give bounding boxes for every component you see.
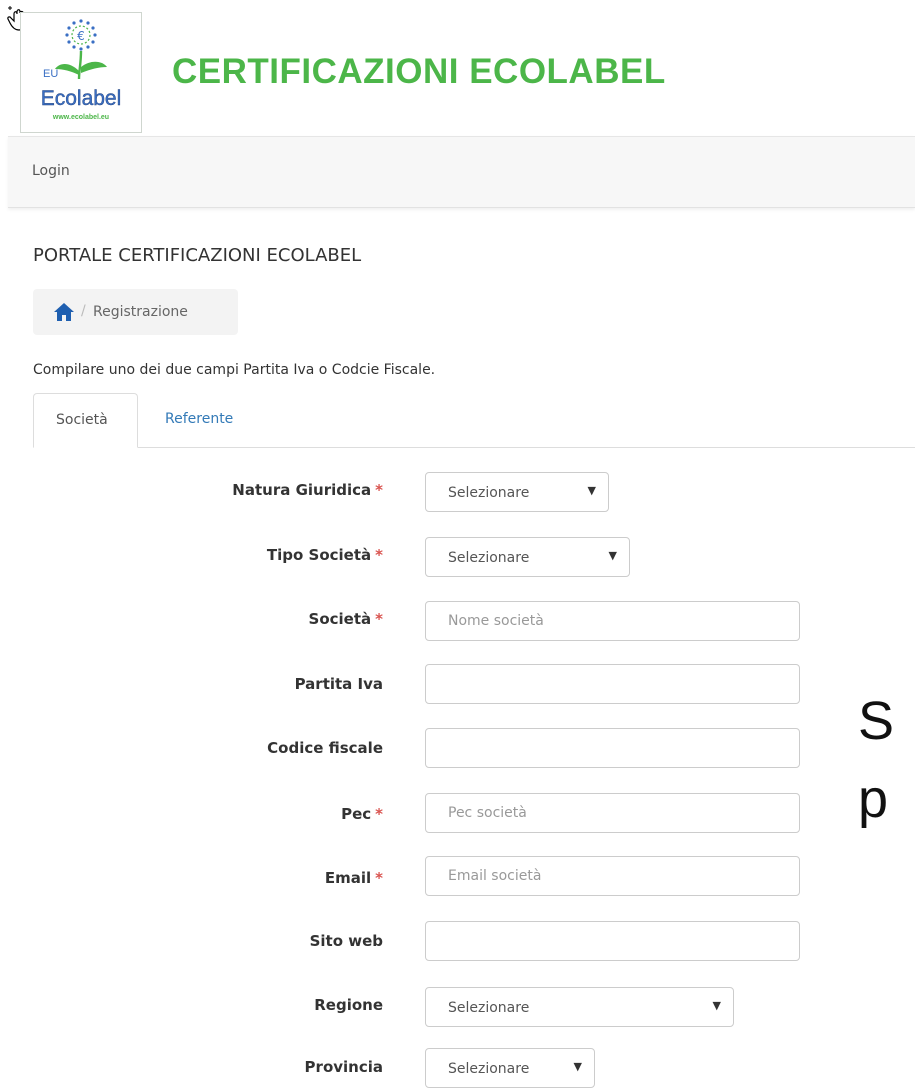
flower-stem-icon — [55, 50, 107, 80]
tab-bar: Società Referente — [33, 393, 915, 448]
dropdown-arrow-icon: ▼ — [608, 549, 617, 562]
email-label-text: Email — [324, 869, 372, 887]
email-input[interactable]: Email società — [425, 856, 800, 896]
required-marker: * — [375, 805, 383, 823]
dropdown-arrow-icon: ▼ — [587, 484, 596, 497]
natura-giuridica-value: Selezionare — [448, 485, 530, 501]
dropdown-arrow-icon: ▼ — [712, 999, 721, 1012]
societa-label: Società * — [309, 610, 383, 628]
natura-giuridica-label: Natura Giuridica * — [232, 481, 383, 499]
natura-giuridica-select[interactable]: Selezionare ▼ — [425, 472, 609, 512]
dropdown-arrow-icon: ▼ — [573, 1060, 582, 1073]
pec-input[interactable]: Pec società — [425, 793, 800, 833]
required-marker: * — [375, 481, 383, 499]
required-marker: * — [375, 869, 383, 887]
ecolabel-logo[interactable]: € EU Ecolabel www.ecolabel.eu — [20, 12, 142, 133]
overlay-text-line-1: S — [858, 691, 895, 751]
codice-fiscale-input[interactable] — [425, 728, 800, 768]
provincia-value: Selezionare — [448, 1061, 530, 1077]
provincia-label: Provincia — [304, 1058, 383, 1076]
partita-iva-label: Partita Iva — [294, 675, 383, 693]
societa-input[interactable]: Nome società — [425, 601, 800, 641]
pec-label: Pec * — [341, 805, 383, 823]
regione-select[interactable]: Selezionare ▼ — [425, 987, 734, 1027]
email-label: Email * — [325, 869, 383, 887]
breadcrumb-current: Registrazione — [93, 304, 188, 320]
site-title: CERTIFICAZIONI ECOLABEL — [172, 52, 666, 91]
logo-eu-text: EU — [43, 68, 58, 80]
codice-fiscale-label: Codice fiscale — [267, 739, 383, 757]
tipo-societa-select[interactable]: Selezionare ▼ — [425, 537, 630, 577]
societa-label-text: Società — [308, 610, 372, 628]
regione-value: Selezionare — [448, 1000, 530, 1016]
login-link[interactable]: Login — [32, 163, 70, 179]
required-marker: * — [375, 546, 383, 564]
logo-brand-text: Ecolabel — [41, 87, 122, 110]
sito-web-label: Sito web — [309, 932, 383, 950]
sito-web-input[interactable] — [425, 921, 800, 961]
required-marker: * — [375, 610, 383, 628]
form-hint-text: Compilare uno dei due campi Partita Iva … — [33, 362, 436, 378]
navbar: Login — [8, 136, 915, 208]
regione-label: Regione — [314, 996, 383, 1014]
natura-giuridica-label-text: Natura Giuridica — [232, 481, 372, 499]
tab-referente[interactable]: Referente — [143, 393, 255, 447]
home-icon[interactable] — [53, 302, 75, 322]
pec-label-text: Pec — [341, 805, 372, 823]
logo-url-text: www.ecolabel.eu — [52, 114, 109, 121]
tipo-societa-value: Selezionare — [448, 550, 530, 566]
tab-societa[interactable]: Società — [33, 393, 138, 448]
tipo-societa-label: Tipo Società * — [267, 546, 383, 564]
eu-stars-icon: € — [65, 19, 97, 51]
tipo-societa-label-text: Tipo Società — [266, 546, 372, 564]
provincia-select[interactable]: Selezionare ▼ — [425, 1048, 595, 1088]
page-title: PORTALE CERTIFICAZIONI ECOLABEL — [33, 245, 362, 266]
breadcrumb-separator: / — [81, 303, 86, 319]
breadcrumb: / Registrazione — [33, 289, 238, 335]
overlay-text-line-2: p — [858, 769, 889, 829]
partita-iva-input[interactable] — [425, 664, 800, 704]
svg-text:€: € — [77, 29, 85, 43]
